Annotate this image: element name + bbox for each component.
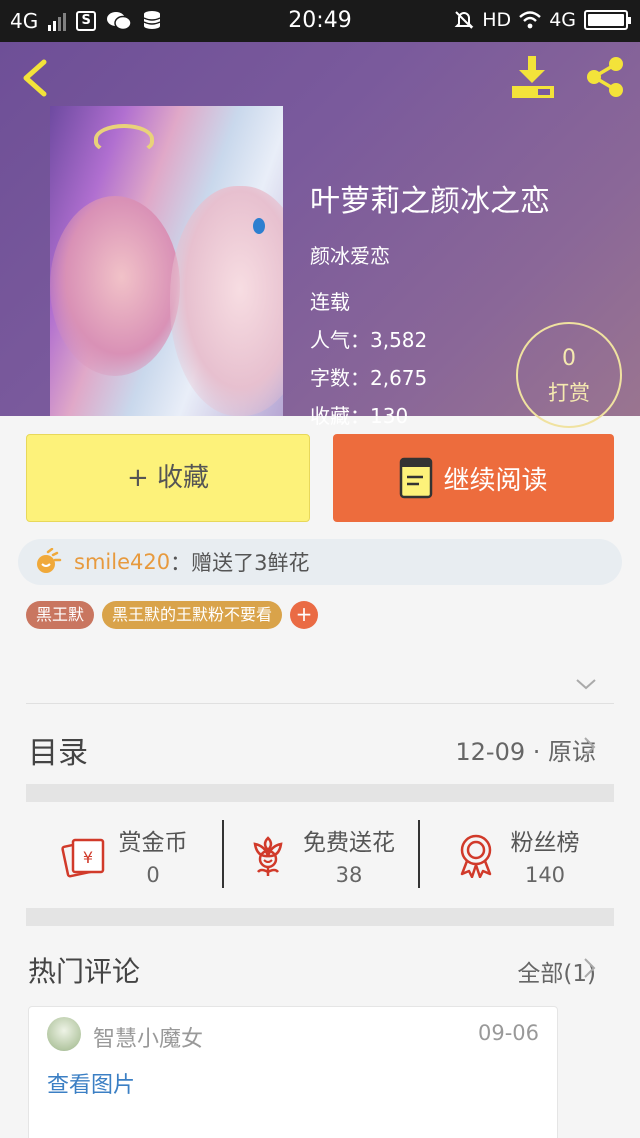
share-icon[interactable] [582,54,628,100]
hot-comments-title: 热门评论 [28,955,141,988]
flower-icon [37,548,62,573]
section-divider [26,908,614,926]
fan-ranking-stat[interactable]: 粉丝榜 140 [418,818,614,892]
book-cover[interactable] [50,106,283,416]
medal-icon [460,834,491,878]
book-status: 连载 [310,290,350,314]
stat-label: 赏金币 [118,830,188,856]
continue-reading-button[interactable]: 继续阅读 [333,434,614,522]
add-tag-button[interactable]: + [290,601,319,629]
toc-title[interactable]: 目录 [28,728,88,772]
collect-button[interactable]: + 收藏 [26,434,310,522]
comment-card[interactable]: 智慧小魔女 09-06 查看图片 [28,1006,558,1138]
stat-value: 140 [524,863,566,887]
continue-reading-label: 继续阅读 [443,465,548,496]
gift-notice[interactable]: smile420 ：赠送了3鲜花 [18,539,622,585]
latest-chapter[interactable]: 12-09 · 原谅 [455,732,596,767]
back-arrow-icon[interactable] [16,56,56,100]
network-right-label: 4G [549,9,576,31]
comment-date: 09-06 [477,1021,539,1045]
flower-icon [253,836,283,876]
book-header: 叶萝莉之颜冰之恋 颜冰爱恋 连载 人气：3,582 字数：2,675 收藏：13… [0,42,640,428]
battery-icon [584,10,631,30]
red-envelope-icon: ¥ [60,838,104,878]
gift-user[interactable]: smile420 [74,550,170,574]
status-bar: 4G S 20:49 HD 4G [0,0,640,42]
tag-item[interactable]: 黑王默的王默粉不要看 [102,601,283,629]
book-author[interactable]: 颜冰爱恋 [310,240,390,269]
free-flower-stat[interactable]: 免费送花 38 [222,818,418,892]
chevron-right-icon[interactable] [582,736,596,758]
svg-text:¥: ¥ [82,848,92,867]
mute-icon [454,11,474,29]
wifi-icon [519,11,541,29]
stat-value: 0 [146,863,160,887]
divider [26,703,614,704]
gold-coin-stat[interactable]: ¥ 赏金币 0 [26,818,222,892]
gift-message: ：赠送了3鲜花 [170,551,310,575]
reward-label: 打赏 [548,381,590,405]
status-right: HD 4G [454,9,631,31]
favorites-stat: 收藏：130 [310,404,409,428]
comment-user[interactable]: 智慧小魔女 [93,1021,203,1053]
reward-button[interactable]: 0 打赏 [516,322,622,428]
book-title: 叶萝莉之颜冰之恋 [310,184,550,219]
stat-label: 粉丝榜 [510,830,580,856]
tag-list: 黑王默 黑王默的王默粉不要看 + [26,601,319,629]
view-image-link[interactable]: 查看图片 [47,1067,135,1099]
hd-label: HD [482,9,512,31]
stat-value: 38 [335,863,363,887]
reward-count: 0 [562,346,576,371]
section-divider [26,784,614,802]
popularity-stat: 人气：3,582 [310,328,428,352]
stats-row: ¥ 赏金币 0 免费送花 38 粉丝榜 140 [26,818,614,892]
word-count-stat: 字数：2,675 [310,366,428,390]
book-icon [400,457,433,499]
chevron-down-icon[interactable] [574,676,598,692]
download-icon[interactable] [508,54,558,100]
stat-label: 免费送花 [303,830,395,856]
avatar[interactable] [47,1017,81,1051]
tag-item[interactable]: 黑王默 [26,601,95,629]
chevron-right-icon[interactable] [582,957,596,979]
